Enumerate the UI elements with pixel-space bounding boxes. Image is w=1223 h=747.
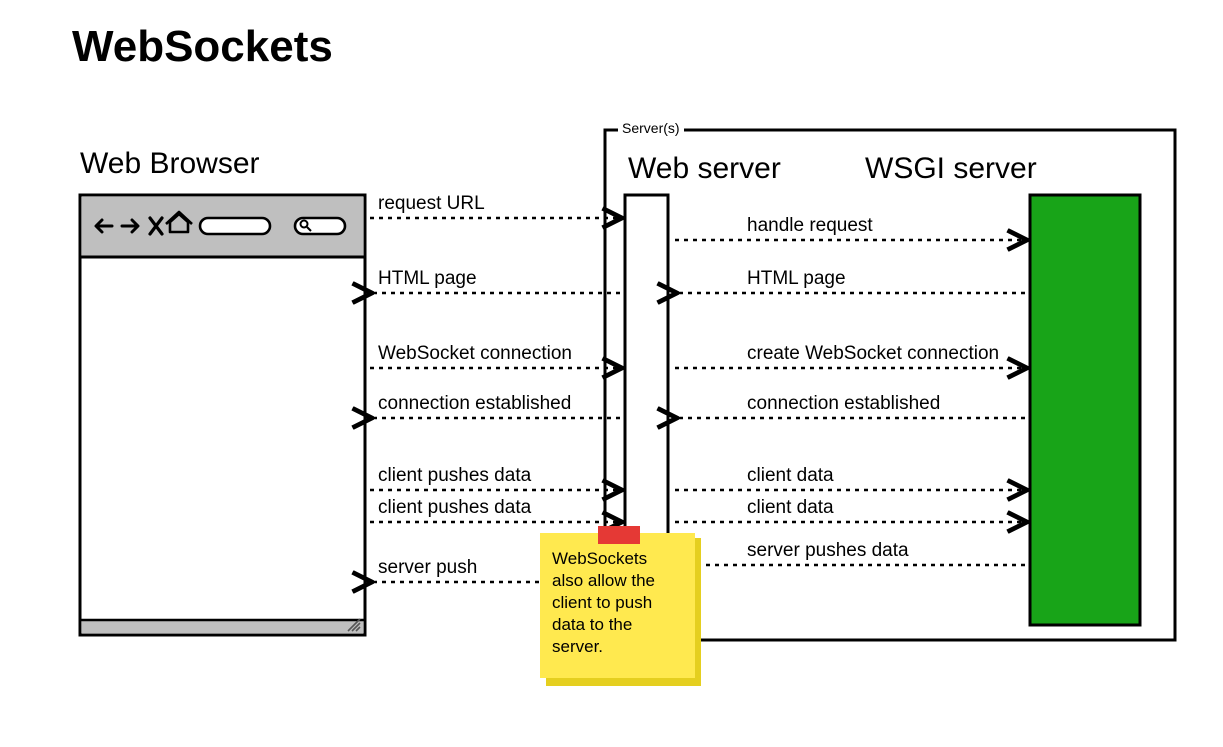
label-client-push-1: client pushes data <box>378 465 531 487</box>
label-server-pushes-data: server pushes data <box>747 540 909 562</box>
label-ws-connection: WebSocket connection <box>378 343 572 365</box>
label-html-page-left: HTML page <box>378 268 477 290</box>
url-bar <box>200 218 270 234</box>
sticky-line-4: data to the <box>552 614 632 636</box>
servers-box-label: Server(s) <box>618 120 684 136</box>
label-handle-request: handle request <box>747 215 873 237</box>
sticky-line-1: WebSockets <box>552 548 647 570</box>
browser-window <box>80 195 365 635</box>
label-request-url: request URL <box>378 193 485 215</box>
label-conn-established-left: connection established <box>378 393 571 415</box>
label-client-data-1: client data <box>747 465 834 487</box>
label-conn-established-right: connection established <box>747 393 940 415</box>
tape-icon <box>598 526 640 544</box>
label-server-push-left: server push <box>378 557 477 579</box>
label-client-push-2: client pushes data <box>378 497 531 519</box>
diagram-stage: WebSockets Web Browser Web server WSGI s… <box>0 0 1223 747</box>
label-client-data-2: client data <box>747 497 834 519</box>
sticky-line-3: client to push <box>552 592 652 614</box>
sticky-line-5: server. <box>552 636 603 658</box>
sticky-line-2: also allow the <box>552 570 655 592</box>
wsgi-server-lane <box>1030 195 1140 625</box>
label-html-page-right: HTML page <box>747 268 846 290</box>
label-create-ws: create WebSocket connection <box>747 343 999 365</box>
